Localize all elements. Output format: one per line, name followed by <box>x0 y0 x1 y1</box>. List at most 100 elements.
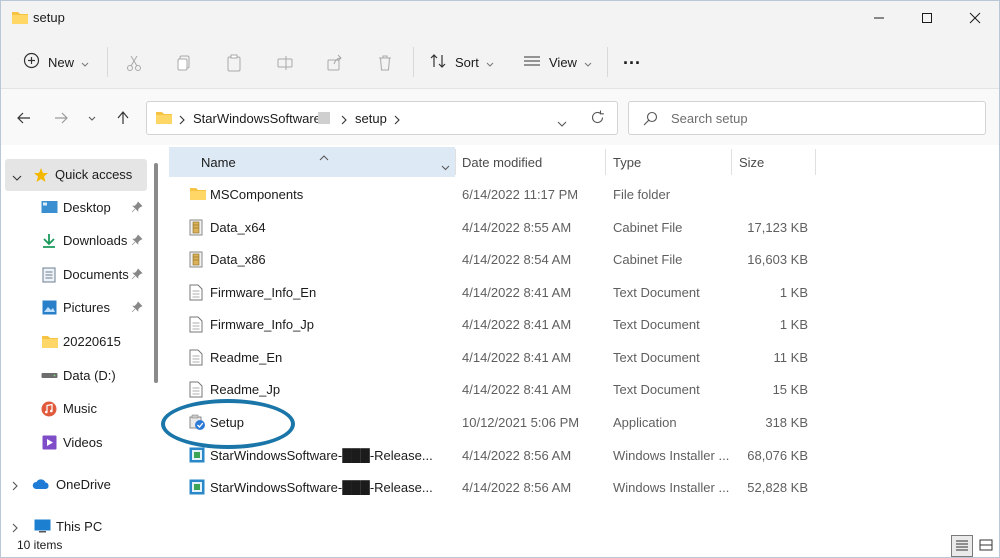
search-box[interactable]: Search setup <box>628 101 986 135</box>
nav-item-data-drive[interactable]: Data (D:) <box>1 360 149 392</box>
nav-item-downloads[interactable]: Downloads <box>1 225 149 257</box>
pin-icon[interactable] <box>131 301 143 316</box>
nav-item-quick-access[interactable]: Quick access <box>5 159 147 191</box>
nav-label: Downloads <box>63 233 128 248</box>
tiles-view-icon <box>979 539 993 554</box>
nav-item-onedrive[interactable]: OneDrive <box>1 469 149 501</box>
installer-icon <box>189 447 205 463</box>
sort-button[interactable]: Sort <box>429 45 494 79</box>
column-divider[interactable] <box>815 149 816 175</box>
new-button[interactable]: New <box>23 45 89 79</box>
download-icon <box>41 233 58 249</box>
forward-button[interactable] <box>50 107 72 129</box>
copy-icon[interactable] <box>173 52 195 74</box>
table-row[interactable]: Readme_Jp 4/14/2022 8:41 AM Text Documen… <box>169 373 999 405</box>
file-name: Readme_En <box>210 350 283 365</box>
paste-icon[interactable] <box>223 52 245 74</box>
breadcrumb-segment[interactable]: setup <box>355 111 387 126</box>
cut-icon[interactable] <box>123 52 145 74</box>
back-button[interactable] <box>13 107 35 129</box>
up-button[interactable] <box>112 107 134 129</box>
nav-scrollbar[interactable] <box>154 163 158 383</box>
file-type: File folder <box>613 187 671 202</box>
chevron-down-icon[interactable] <box>441 159 450 174</box>
view-button[interactable]: View <box>523 45 592 79</box>
minimize-button[interactable] <box>855 1 903 35</box>
details-view-icon <box>955 539 969 554</box>
table-row[interactable]: Firmware_Info_En 4/14/2022 8:41 AM Text … <box>169 276 999 308</box>
file-date: 4/14/2022 8:41 AM <box>462 285 572 300</box>
chevron-right-icon[interactable] <box>12 521 18 536</box>
file-type: Cabinet File <box>613 252 683 267</box>
pin-icon[interactable] <box>131 201 143 216</box>
nav-label: 20220615 <box>63 334 121 349</box>
file-type: Application <box>613 415 677 430</box>
chevron-down-icon[interactable] <box>557 115 567 130</box>
column-divider[interactable] <box>731 149 732 175</box>
file-type: Text Document <box>613 317 700 332</box>
file-type: Text Document <box>613 382 700 397</box>
table-row[interactable]: Data_x64 4/14/2022 8:55 AM Cabinet File … <box>169 211 999 243</box>
chevron-down-icon[interactable] <box>12 169 22 184</box>
table-row[interactable]: StarWindowsSoftware-███-Release... 4/14/… <box>169 439 999 471</box>
table-row[interactable]: Readme_En 4/14/2022 8:41 AM Text Documen… <box>169 341 999 373</box>
nav-item-music[interactable]: Music <box>1 393 149 425</box>
chevron-down-icon <box>486 55 494 70</box>
table-row[interactable]: Firmware_Info_Jp 4/14/2022 8:41 AM Text … <box>169 308 999 340</box>
rename-icon[interactable] <box>274 52 296 74</box>
delete-icon[interactable] <box>374 52 396 74</box>
recent-locations-button[interactable] <box>81 107 103 129</box>
refresh-icon[interactable] <box>590 110 605 128</box>
video-icon <box>42 435 59 451</box>
table-row[interactable]: Data_x86 4/14/2022 8:54 AM Cabinet File … <box>169 243 999 275</box>
file-size: 15 KB <box>772 382 808 397</box>
column-header-size[interactable]: Size <box>739 147 764 177</box>
nav-label: OneDrive <box>56 477 111 492</box>
chevron-down-icon <box>584 55 592 70</box>
status-bar: 10 items <box>1 535 999 557</box>
column-header-name[interactable]: Name <box>169 147 455 177</box>
nav-item-this-pc[interactable]: This PC <box>1 511 149 535</box>
nav-item-videos[interactable]: Videos <box>1 427 149 459</box>
chevron-right-icon[interactable] <box>12 479 18 494</box>
file-name: Data_x86 <box>210 252 266 267</box>
column-divider[interactable] <box>605 149 606 175</box>
table-row[interactable]: StarWindowsSoftware-███-Release... 4/14/… <box>169 471 999 503</box>
pin-icon[interactable] <box>131 268 143 283</box>
table-row[interactable]: Setup 10/12/2021 5:06 PM Application 318… <box>169 406 999 438</box>
nav-item-desktop[interactable]: Desktop <box>1 192 149 224</box>
folder-icon <box>41 334 58 350</box>
column-divider[interactable] <box>455 149 456 175</box>
nav-item-20220615[interactable]: 20220615 <box>1 326 149 358</box>
file-date: 4/14/2022 8:41 AM <box>462 382 572 397</box>
column-header-date[interactable]: Date modified <box>462 147 542 177</box>
nav-label: Videos <box>63 435 103 450</box>
chevron-down-icon <box>81 55 89 70</box>
tiles-view-button[interactable] <box>975 535 997 557</box>
file-size: 68,076 KB <box>747 448 808 463</box>
nav-label: Pictures <box>63 300 110 315</box>
close-button[interactable] <box>951 1 999 35</box>
pin-icon[interactable] <box>131 234 143 249</box>
column-header-label: Name <box>201 154 236 170</box>
maximize-button[interactable] <box>903 1 951 35</box>
nav-item-pictures[interactable]: Pictures <box>1 292 149 324</box>
cabinet-icon <box>189 219 205 236</box>
details-view-button[interactable] <box>951 535 973 557</box>
music-icon <box>41 401 58 417</box>
breadcrumb-segment[interactable]: StarWindowsSoftware <box>193 111 321 126</box>
share-icon[interactable] <box>324 52 346 74</box>
item-count: 10 items <box>17 538 63 552</box>
toolbar-separator <box>607 47 608 77</box>
document-icon <box>42 267 59 283</box>
file-name: StarWindowsSoftware-███-Release... <box>210 480 433 495</box>
nav-item-documents[interactable]: Documents <box>1 259 149 291</box>
table-row[interactable]: MSComponents 6/14/2022 11:17 PM File fol… <box>169 178 999 210</box>
star-icon <box>33 167 50 183</box>
text-file-icon <box>189 349 205 366</box>
address-bar[interactable]: StarWindowsSoftware setup <box>146 101 618 135</box>
more-options-button[interactable]: ... <box>623 45 641 79</box>
cabinet-icon <box>189 251 205 268</box>
column-header-type[interactable]: Type <box>613 147 641 177</box>
plus-circle-icon <box>23 52 40 72</box>
